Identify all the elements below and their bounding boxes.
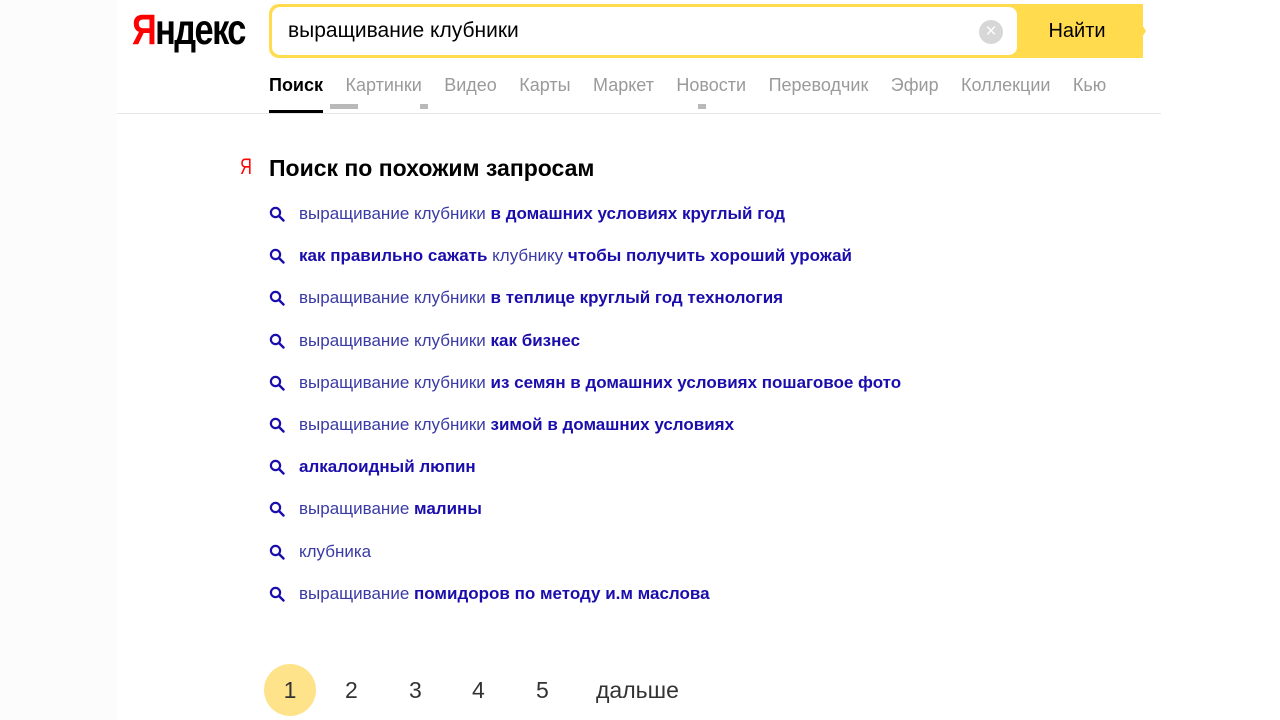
search-button-arrow: [1129, 4, 1146, 58]
related-search-highlight: помидоров по методу и.м маслова: [414, 583, 710, 603]
yandex-logo[interactable]: Яндекс: [132, 6, 246, 54]
tab-q[interactable]: Кью: [1073, 72, 1106, 98]
clear-icon[interactable]: ×: [979, 20, 1003, 44]
related-search-text: клубника: [299, 539, 371, 565]
related-search-query: выращивание клубники: [299, 414, 491, 434]
related-search-highlight: в домашних условиях круглый год: [490, 204, 786, 223]
search-icon: [269, 206, 285, 222]
tab-translator[interactable]: Переводчик: [769, 72, 869, 98]
related-search-text: выращивание клубники из семян в домашних…: [299, 370, 901, 396]
related-search-highlight: из семян в домашних условиях пошаговое ф…: [490, 372, 902, 392]
related-search-highlight: как бизнес: [490, 330, 581, 350]
related-search-query: выращивание клубники: [299, 288, 491, 308]
related-search-highlight: чтобы получить хороший урожай: [567, 246, 852, 266]
related-search-text: алкалоидный люпин: [299, 454, 476, 480]
tab-collections[interactable]: Коллекции: [961, 72, 1050, 98]
search-button[interactable]: Найти: [1017, 4, 1129, 58]
related-search-text: выращивание клубники в теплице круглый г…: [299, 285, 783, 311]
yandex-mark-icon: Я: [240, 154, 252, 179]
header-divider: [117, 113, 1161, 114]
search-icon: [269, 544, 285, 560]
related-search-query: выращивание: [299, 499, 414, 519]
search-icon: [269, 417, 285, 433]
search-icon: [269, 333, 285, 349]
related-search-query: выращивание: [299, 583, 414, 603]
related-search-text: выращивание клубники как бизнес: [299, 328, 580, 354]
related-search-text: выращивание помидоров по методу и.м масл…: [299, 581, 710, 607]
search-icon: [269, 586, 285, 602]
page-link[interactable]: 3: [409, 664, 422, 716]
related-search-query: клубнику: [492, 246, 568, 266]
related-search-query: выращивание клубники: [299, 330, 491, 350]
tab-efir[interactable]: Эфир: [891, 72, 939, 98]
related-search-text: выращивание клубники зимой в домашних ус…: [299, 412, 734, 438]
search-icon: [269, 248, 285, 264]
search-icon: [269, 375, 285, 391]
scrolled-result-text: [330, 104, 730, 113]
left-gutter: [0, 0, 117, 720]
tab-maps[interactable]: Карты: [519, 72, 570, 98]
related-search-text: выращивание малины: [299, 496, 482, 522]
related-search-text: выращивание клубники в домашних условиях…: [299, 201, 785, 227]
tab-news[interactable]: Новости: [676, 72, 746, 98]
related-search-query: клубника: [299, 541, 372, 561]
tab-market[interactable]: Маркет: [593, 72, 654, 98]
tab-video[interactable]: Видео: [444, 72, 497, 98]
related-search-highlight: малины: [414, 499, 482, 519]
tab-search[interactable]: Поиск: [269, 72, 324, 113]
related-search-highlight: алкалоидный люпин: [299, 457, 476, 477]
related-search-highlight: как правильно сажать: [299, 246, 493, 266]
logo-first-letter: Я: [132, 6, 157, 54]
related-title: Поиск по похожим запросам: [269, 155, 595, 181]
search-icon: [269, 502, 285, 518]
logo-rest: ндекс: [155, 6, 246, 54]
related-search-query: выращивание клубники: [299, 372, 491, 392]
search-icon: [269, 459, 285, 475]
related-search-query: выращивание клубники: [299, 204, 491, 223]
related-search-text: как правильно сажать клубнику чтобы полу…: [299, 243, 852, 269]
related-search-highlight: в теплице круглый год технология: [490, 288, 784, 308]
page-link[interactable]: 5: [536, 664, 549, 716]
page-current[interactable]: 1: [264, 664, 316, 716]
page-link[interactable]: 4: [472, 664, 485, 716]
related-search-highlight: зимой в домашних условиях: [490, 414, 735, 434]
tab-images[interactable]: Картинки: [345, 72, 421, 98]
search-icon: [269, 291, 285, 307]
next-page-link[interactable]: дальше: [596, 664, 679, 716]
page-link[interactable]: 2: [345, 664, 358, 716]
search-input-wrapper: ×: [272, 7, 1017, 55]
search-input[interactable]: [288, 7, 968, 55]
